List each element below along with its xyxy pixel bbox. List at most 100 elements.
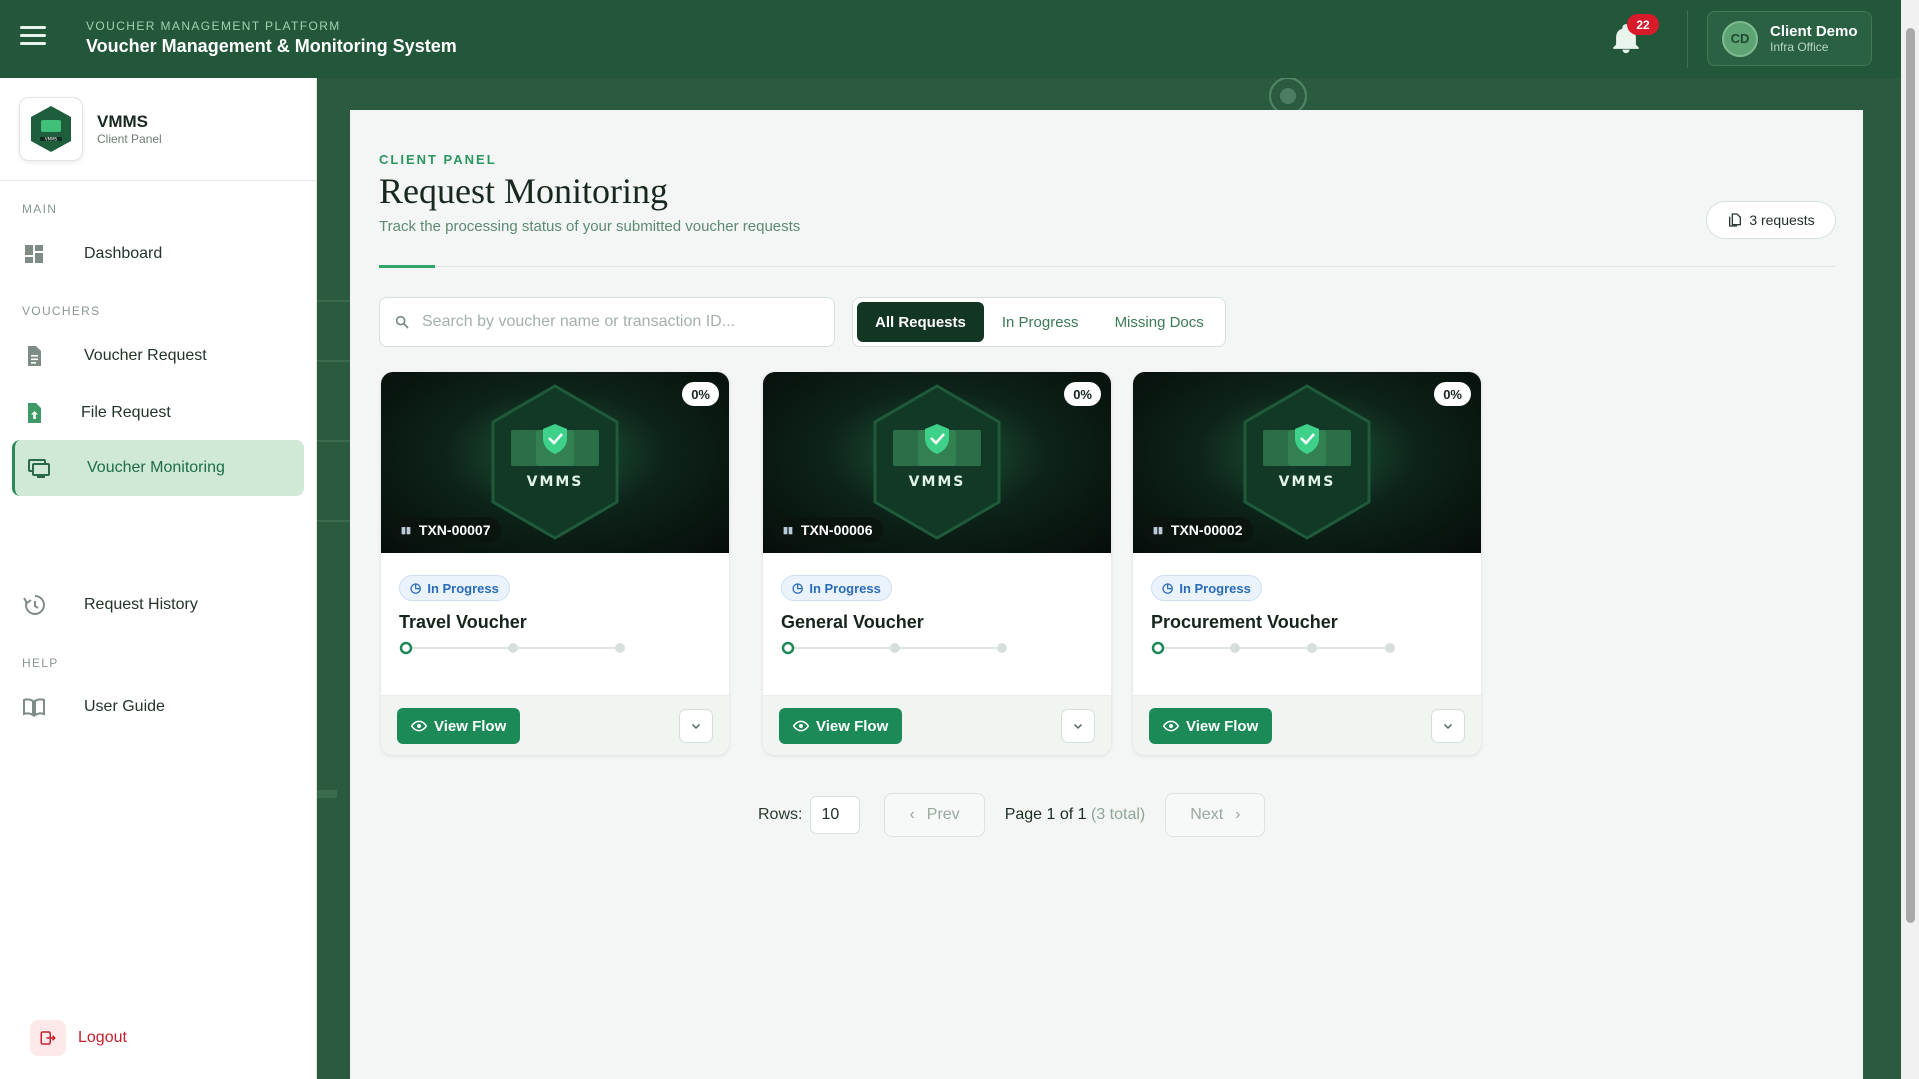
filter-in-progress[interactable]: In Progress: [984, 302, 1097, 342]
status-label: In Progress: [809, 580, 881, 596]
transaction-id-badge: ▮▮ TXN-00006: [773, 517, 883, 543]
search-icon: [395, 315, 409, 329]
sidebar-item-label: Voucher Monitoring: [87, 459, 225, 476]
voucher-name: General Voucher: [781, 612, 924, 632]
vmms-shield-icon: VMMS: [1243, 384, 1371, 540]
filter-all-requests[interactable]: All Requests: [857, 302, 984, 342]
status-label: In Progress: [427, 580, 499, 596]
transaction-id: TXN-00007: [418, 522, 491, 538]
view-flow-button[interactable]: View Flow: [1149, 708, 1273, 744]
app-title: Voucher Management & Monitoring System: [86, 36, 457, 56]
voucher-card: VMMS 0% ▮▮ TXN-00007 ◷ In Progress Travel …: [381, 372, 729, 755]
view-flow-label: View Flow: [1186, 717, 1259, 735]
title-divider: [379, 266, 1835, 267]
section-main: MAIN: [22, 202, 58, 216]
chevron-down-icon: [1073, 723, 1083, 730]
menu-icon[interactable]: [20, 26, 46, 48]
logout-icon: [30, 1020, 66, 1056]
scrollbar-thumb[interactable]: [1906, 28, 1915, 923]
card-hero-image: VMMS 0% ▮▮ TXN-00007: [381, 372, 729, 553]
clock-icon: ◷: [410, 580, 422, 595]
next-label: Next: [1190, 806, 1224, 823]
hash-icon: ▮▮: [401, 524, 411, 535]
avatar: CD: [1722, 20, 1758, 57]
sidebar-item-label: File Request: [81, 404, 171, 421]
sidebar-item-dashboard[interactable]: Dashboard: [12, 226, 304, 282]
sidebar-item-request-history[interactable]: Request History: [12, 577, 304, 633]
voucher-card: VMMS 0% ▮▮ TXN-00006 ◷ In Progress General…: [763, 372, 1111, 755]
vmms-logo: VMMS: [19, 97, 83, 161]
progress-percent-badge: 0%: [682, 382, 719, 406]
prev-button[interactable]: ‹ Prev: [884, 793, 985, 837]
progress-percent-badge: 0%: [1434, 382, 1471, 406]
filter-missing-docs[interactable]: Missing Docs: [1097, 302, 1222, 342]
rows-per-page-input[interactable]: [810, 796, 861, 834]
search-input[interactable]: [422, 313, 812, 331]
logout-label: Logout: [78, 1029, 127, 1046]
card-footer: View Flow: [1133, 695, 1481, 755]
user-org: Infra Office: [1770, 40, 1829, 54]
vmms-shield-icon: VMMS: [873, 384, 1001, 540]
page-scrollbar[interactable]: [1901, 0, 1919, 1079]
background-decor: [317, 520, 350, 522]
pagination: Rows: ‹ Prev Page 1 of 1 (3 total) Next ›: [758, 792, 1266, 838]
total-info: (3 total): [1090, 806, 1146, 823]
search-box[interactable]: [379, 297, 835, 347]
main-panel: CLIENT PANEL Request Monitoring Track th…: [350, 110, 1863, 1079]
card-footer: View Flow: [381, 695, 729, 755]
status-badge: ◷ In Progress: [1151, 575, 1262, 601]
background-decor: [317, 790, 337, 798]
svg-text:VMMS: VMMS: [1279, 474, 1336, 490]
view-flow-button[interactable]: View Flow: [397, 708, 521, 744]
dashboard-icon: [25, 245, 43, 263]
page-title: Request Monitoring: [379, 171, 668, 211]
expand-button[interactable]: [1061, 709, 1095, 743]
user-menu[interactable]: CD Client Demo Infra Office: [1707, 11, 1872, 66]
expand-button[interactable]: [1431, 709, 1465, 743]
card-hero-image: VMMS 0% ▮▮ TXN-00002: [1133, 372, 1481, 553]
top-bar: VOUCHER MANAGEMENT PLATFORM Voucher Mana…: [0, 0, 1919, 78]
card-hero-image: VMMS 0% ▮▮ TXN-00006: [763, 372, 1111, 553]
svg-text:VMMS: VMMS: [45, 137, 58, 142]
decor-ring-icon: [1269, 78, 1307, 110]
page-info-label: Page 1 of 1: [1004, 806, 1087, 823]
background-decor: [317, 300, 350, 302]
user-name: Client Demo: [1770, 23, 1858, 40]
sidebar-item-file-request[interactable]: File Request: [12, 385, 304, 441]
sidebar-item-label: User Guide: [84, 698, 165, 715]
status-badge: ◷ In Progress: [781, 575, 892, 601]
clock-icon: ◷: [792, 580, 804, 595]
sidebar-item-voucher-request[interactable]: Voucher Request: [12, 328, 304, 384]
notification-badge: 22: [1627, 14, 1659, 35]
sidebar-item-voucher-monitoring[interactable]: Voucher Monitoring: [12, 440, 304, 496]
svg-text:VMMS: VMMS: [527, 474, 584, 490]
chevron-left-icon: ‹: [909, 806, 915, 823]
transaction-id-badge: ▮▮ TXN-00007: [391, 517, 501, 543]
clock-icon: ◷: [1162, 580, 1174, 595]
view-flow-label: View Flow: [434, 717, 507, 735]
progress-steps: [1151, 641, 1395, 655]
document-icon: [28, 346, 41, 366]
page-info: Page 1 of 1 (3 total): [1005, 806, 1146, 824]
panel-eyebrow: CLIENT PANEL: [379, 152, 497, 167]
sidebar-item-user-guide[interactable]: User Guide: [12, 679, 304, 735]
brand-subtitle: Client Panel: [97, 132, 162, 146]
monitor-icon: [28, 459, 50, 478]
request-count-label: 3 requests: [1749, 212, 1815, 228]
transaction-id: TXN-00006: [800, 522, 873, 538]
transaction-id-badge: ▮▮ TXN-00002: [1143, 517, 1253, 543]
view-flow-button[interactable]: View Flow: [779, 708, 903, 744]
vmms-shield-icon: VMMS: [491, 384, 619, 540]
expand-button[interactable]: [679, 709, 713, 743]
book-icon: [23, 698, 45, 717]
status-badge: ◷ In Progress: [399, 575, 510, 601]
rows-label: Rows:: [758, 806, 803, 823]
logout-button[interactable]: Logout: [30, 1020, 127, 1056]
page-subtitle: Track the processing status of your subm…: [379, 218, 801, 235]
next-button[interactable]: Next ›: [1165, 793, 1266, 837]
files-icon: [1729, 213, 1742, 227]
sidebar: VMMS VMMS Client Panel MAIN Dashboard VO…: [0, 78, 317, 1079]
prev-label: Prev: [926, 806, 960, 823]
background-decor: [317, 440, 350, 442]
card-footer: View Flow: [763, 695, 1111, 755]
